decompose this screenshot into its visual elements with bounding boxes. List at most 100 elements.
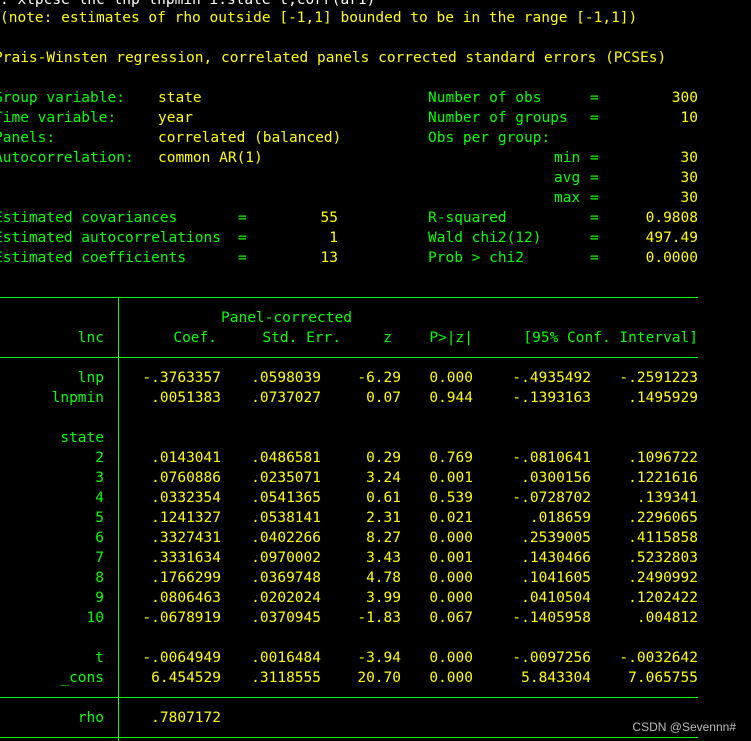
table-top-rule xyxy=(0,297,698,298)
std-err-cell: .0538141 xyxy=(251,510,321,526)
row-name: lnp xyxy=(77,370,104,386)
ci-lower-cell: -.1405958 xyxy=(512,610,591,626)
ci-upper-cell: .1096722 xyxy=(628,450,698,466)
row-name: 5 xyxy=(95,510,104,526)
info-value-avg: 30 xyxy=(680,170,698,186)
info-label-group-variable: Group variable: xyxy=(0,90,125,106)
coef-cell: .0806463 xyxy=(151,590,221,606)
prob-chi2-value: 0.0000 xyxy=(645,250,698,266)
row-name: 2 xyxy=(95,450,104,466)
p-value-cell: 0.000 xyxy=(429,650,473,666)
table-header-rule xyxy=(0,357,698,358)
table-column-divider xyxy=(118,297,119,741)
p-value-cell: 0.000 xyxy=(429,570,473,586)
ci-lower-cell: -.0728702 xyxy=(512,490,591,506)
ci-lower-cell: -.4935492 xyxy=(512,370,591,386)
rho-label: rho xyxy=(77,710,104,726)
info-label-number-of-obs: Number of obs xyxy=(428,90,542,106)
coef-cell: .0332354 xyxy=(151,490,221,506)
std-err-cell: .0369748 xyxy=(251,570,321,586)
info-label-autocorrelation: Autocorrelation: xyxy=(0,150,134,166)
std-err-cell: .0370945 xyxy=(251,610,321,626)
equals-sign: = xyxy=(238,250,247,266)
z-cell: 3.43 xyxy=(366,550,401,566)
ci-upper-cell: .2296065 xyxy=(628,510,698,526)
p-value-cell: 0.769 xyxy=(429,450,473,466)
info-label-panels: Panels: xyxy=(0,130,56,146)
std-err-cell: .0235071 xyxy=(251,470,321,486)
row-name: t xyxy=(95,650,104,666)
ci-upper-cell: .2490992 xyxy=(628,570,698,586)
ci-upper-cell: .139341 xyxy=(636,490,698,506)
ci-upper-cell: -.2591223 xyxy=(619,370,698,386)
table-bottom-rule xyxy=(0,737,698,738)
row-name: 10 xyxy=(86,610,104,626)
coef-cell: 6.454529 xyxy=(151,670,221,686)
info-value-time-variable: year xyxy=(158,110,193,126)
info-value-min: 30 xyxy=(680,150,698,166)
std-err-header: Std. Err. xyxy=(262,330,341,346)
coef-cell: .3331634 xyxy=(151,550,221,566)
coef-cell: .0143041 xyxy=(151,450,221,466)
ci-upper-cell: .1202422 xyxy=(628,590,698,606)
p-value-cell: 0.000 xyxy=(429,590,473,606)
ci-upper-cell: .004812 xyxy=(636,610,698,626)
info-label-max: max xyxy=(554,190,581,206)
info-value-group-variable: state xyxy=(158,90,202,106)
info-label-avg: avg xyxy=(554,170,581,186)
std-err-cell: .0737027 xyxy=(251,390,321,406)
p-value-header: P>|z| xyxy=(429,330,473,346)
row-name: 7 xyxy=(95,550,104,566)
equals-sign: = xyxy=(238,230,247,246)
wald-chi2-value: 497.49 xyxy=(645,230,698,246)
coef-cell: .0760886 xyxy=(151,470,221,486)
info-label-obs-per-group: Obs per group: xyxy=(428,130,551,146)
ci-lower-cell: .2539005 xyxy=(521,530,591,546)
info-value-autocorrelation: common AR(1) xyxy=(158,150,263,166)
rho-value: .7807172 xyxy=(151,710,221,726)
estimated-autocorrelations-value: 1 xyxy=(329,230,338,246)
z-header: z xyxy=(383,330,392,346)
equals-sign: = xyxy=(590,190,599,206)
coef-cell: -.3763357 xyxy=(142,370,221,386)
ci-lower-cell: -.0810641 xyxy=(512,450,591,466)
std-err-cell: .0486581 xyxy=(251,450,321,466)
ci-lower-cell: .0300156 xyxy=(521,470,591,486)
ci-upper-cell: .1221616 xyxy=(628,470,698,486)
p-value-cell: 0.539 xyxy=(429,490,473,506)
ci-upper-cell: -.0032642 xyxy=(619,650,698,666)
z-cell: 20.70 xyxy=(357,670,401,686)
row-name: 3 xyxy=(95,470,104,486)
estimated-covariances-value: 55 xyxy=(320,210,338,226)
wald-chi2-label: Wald chi2(12) xyxy=(428,230,542,246)
info-value-panels: correlated (balanced) xyxy=(158,130,342,146)
coef-cell: .1766299 xyxy=(151,570,221,586)
p-value-cell: 0.021 xyxy=(429,510,473,526)
row-name: 6 xyxy=(95,530,104,546)
watermark-text: CSDN @Sevennn# xyxy=(632,720,736,734)
ci-lower-cell: .0410504 xyxy=(521,590,591,606)
equals-sign: = xyxy=(590,110,599,126)
equals-sign: = xyxy=(590,210,599,226)
ci-upper-cell: .5232803 xyxy=(628,550,698,566)
equals-sign: = xyxy=(590,90,599,106)
factor-header-state: state xyxy=(60,430,104,446)
note-text: (note: estimates of rho outside [-1,1] b… xyxy=(0,10,638,26)
ci-upper-cell: 7.065755 xyxy=(628,670,698,686)
p-value-cell: 0.000 xyxy=(429,530,473,546)
ci-lower-cell: .1041605 xyxy=(521,570,591,586)
equals-sign: = xyxy=(590,250,599,266)
p-value-cell: 0.001 xyxy=(429,470,473,486)
coef-cell: .3327431 xyxy=(151,530,221,546)
coef-header: Coef. xyxy=(173,330,217,346)
p-value-cell: 0.001 xyxy=(429,550,473,566)
estimated-coefficients-label: Estimated coefficients xyxy=(0,250,187,266)
row-name: 9 xyxy=(95,590,104,606)
estimated-covariances-label: Estimated covariances xyxy=(0,210,178,226)
table-rho-rule xyxy=(0,697,698,698)
p-value-cell: 0.944 xyxy=(429,390,473,406)
equals-sign: = xyxy=(590,150,599,166)
estimated-autocorrelations-label: Estimated autocorrelations xyxy=(0,230,221,246)
info-label-number-of-groups: Number of groups xyxy=(428,110,568,126)
z-cell: 3.99 xyxy=(366,590,401,606)
